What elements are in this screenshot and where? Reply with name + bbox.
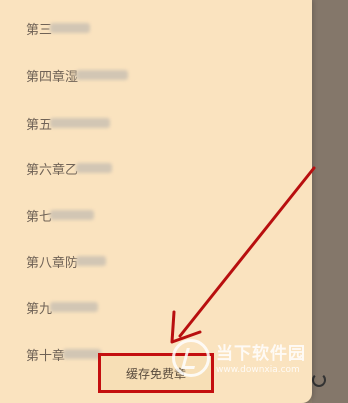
chapter-title: 第三 [26,22,53,38]
blurred-title-text [50,302,99,312]
chapter-item[interactable]: 第三 [26,17,91,39]
blurred-title-text [76,163,113,173]
chapter-title: 第四章湿 [26,69,79,85]
chapter-title: 第七 [26,209,53,225]
blurred-title-text [76,256,107,266]
chapter-item[interactable]: 第十章 [26,343,102,365]
watermark-url: www.downxia.com [216,365,300,375]
chapter-item[interactable]: 第五 [26,112,111,134]
blurred-title-text [76,70,129,80]
site-watermark: 当下软件园 www.downxia.com [168,333,344,395]
chapter-item[interactable]: 第七 [26,204,95,226]
chapter-item[interactable]: 第六章乙 [26,157,113,179]
chapter-title: 第十章 [26,348,66,364]
blurred-title-text [63,349,102,359]
chapter-title: 第九 [26,301,53,317]
chapter-item[interactable]: 第九 [26,296,99,318]
chapter-item[interactable]: 第八章防 [26,250,107,272]
watermark-logo-icon [172,339,210,377]
blurred-title-text [50,118,111,128]
blurred-title-text [50,210,95,220]
chapter-item[interactable]: 第四章湿 [26,64,129,86]
chapter-title: 第五 [26,117,53,133]
chapter-title: 第六章乙 [26,162,79,178]
chapter-title: 第八章防 [26,255,79,271]
watermark-title: 当下软件园 [216,344,306,364]
blurred-title-text [50,23,91,33]
